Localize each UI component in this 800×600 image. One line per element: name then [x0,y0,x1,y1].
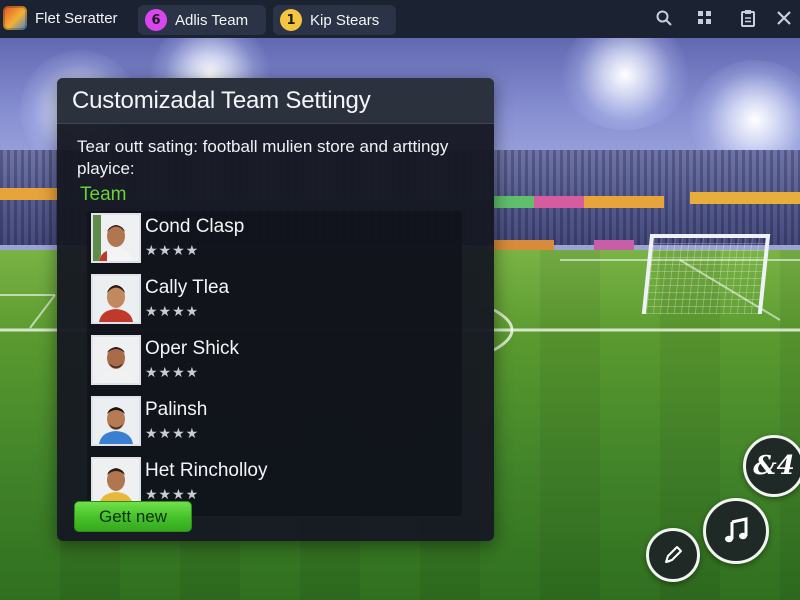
edit-button[interactable] [646,528,700,582]
tab-label: Kip Stears [310,11,380,29]
team-section-label: Team [80,184,127,205]
pencil-icon [665,546,682,563]
player-avatar [91,213,141,263]
clipboard-icon[interactable] [737,7,759,29]
search-icon[interactable] [653,7,675,29]
player-name: Oper Shick [145,338,239,359]
player-rating-stars: ★★★★ [145,426,200,442]
player-name: Palinsh [145,399,208,420]
tab-badge: 1 [280,9,302,31]
goal-net [641,234,771,314]
player-avatar [91,274,141,324]
music-note-icon [725,517,748,543]
player-rating-stars: ★★★★ [145,243,200,259]
team-settings-panel: Customizadal Team Settingy Tear outt sat… [57,78,494,541]
get-new-button[interactable]: Gett new [74,501,192,532]
player-row[interactable]: Cond Clasp ★★★★ [87,211,462,272]
top-bar: Flet Seratter 6 Adlis Team 1 Kip Stears [0,0,800,38]
tab-badge: 6 [145,9,167,31]
ad-board [690,192,800,204]
grid-icon[interactable] [694,7,716,29]
ad-board [534,196,584,208]
panel-title: Customizadal Team Settingy [72,87,371,114]
ampersand-four-label: &4 [753,451,795,481]
tab-label: Adlis Team [175,11,249,29]
tab-stears[interactable]: 1 Kip Stears [273,5,396,35]
player-name: Cally Tlea [145,277,230,298]
music-button[interactable] [703,498,769,564]
player-rating-stars: ★★★★ [145,304,200,320]
player-avatar [91,396,141,446]
ad-board [0,188,60,200]
player-row[interactable]: Cally Tlea ★★★★ [87,272,462,333]
player-name: Cond Clasp [145,216,245,237]
player-row[interactable]: Palinsh ★★★★ [87,394,462,455]
tab-team[interactable]: 6 Adlis Team [138,5,266,35]
player-avatar [91,457,141,507]
player-row[interactable]: Oper Shick ★★★★ [87,333,462,394]
panel-header: Customizadal Team Settingy [57,78,494,124]
player-avatar [91,335,141,385]
ad-board [494,196,534,208]
app-title: Flet Seratter [35,10,118,27]
ampersand-four-button[interactable]: &4 [743,435,800,497]
app-logo-icon [3,6,27,30]
player-name: Het Rincholloy [145,460,268,481]
close-icon[interactable] [773,7,795,29]
ad-board [584,196,664,208]
player-rating-stars: ★★★★ [145,365,200,381]
player-list[interactable]: Cond Clasp ★★★★ Cally Tlea ★★★★ Oper Shi… [87,211,462,516]
panel-description: Tear outt sating: football mulien store … [77,137,449,178]
